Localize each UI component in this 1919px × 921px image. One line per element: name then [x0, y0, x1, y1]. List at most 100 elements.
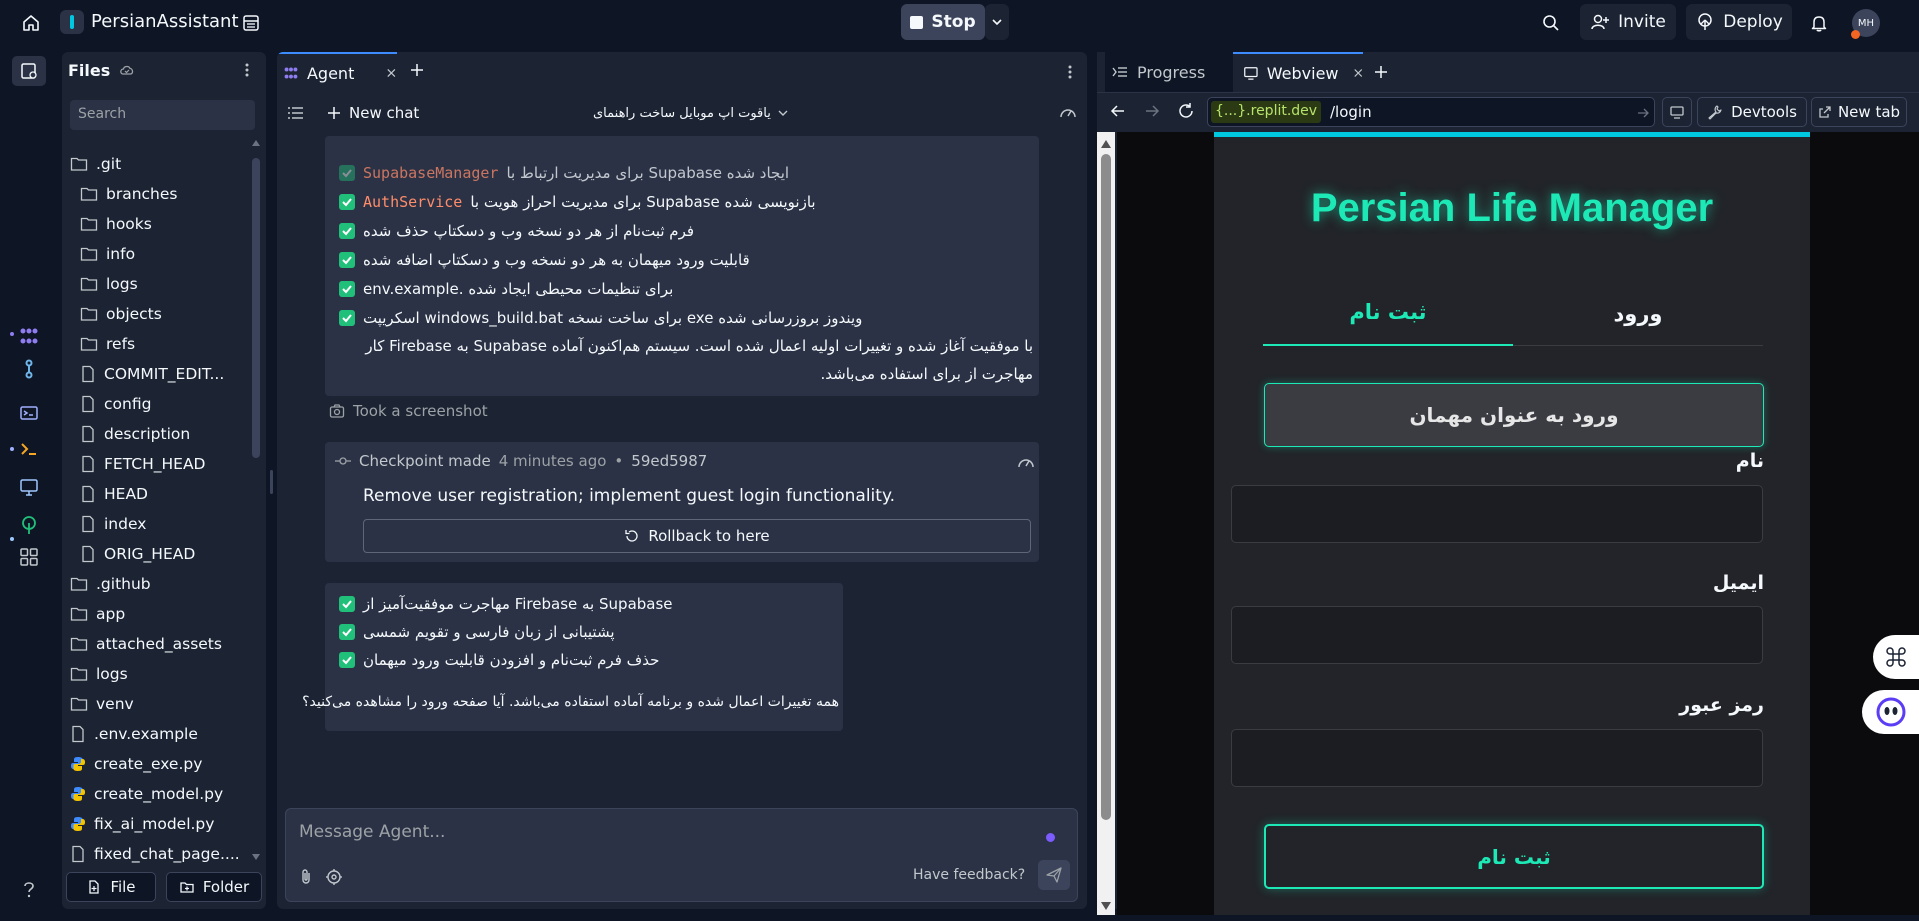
folder-item[interactable]: .github	[70, 570, 248, 598]
back-icon[interactable]	[1109, 102, 1127, 120]
new-tab-button[interactable]: New tab	[1811, 97, 1907, 127]
python-file-icon	[71, 787, 85, 801]
file-item[interactable]: create_exe.py	[70, 750, 248, 778]
more-vertical-icon[interactable]	[1061, 63, 1079, 81]
code-token: AuthService	[363, 193, 463, 211]
all-tools-icon[interactable]	[18, 546, 40, 568]
checklist-text: بازنویسی شده Supabase برای مدیریت احراز …	[470, 193, 816, 211]
folder-item[interactable]: .git	[70, 150, 248, 178]
folder-item[interactable]: branches	[80, 180, 248, 208]
forward-icon[interactable]	[1143, 102, 1161, 120]
file-item[interactable]: COMMIT_EDIT...	[80, 360, 248, 388]
file-item[interactable]: config	[80, 390, 248, 418]
go-arrow-icon[interactable]	[1636, 106, 1650, 120]
scroll-up-arrow[interactable]	[1101, 140, 1111, 148]
top-bar: PersianAssistant Stop Invite Deploy MH	[0, 0, 1919, 46]
file-item[interactable]: description	[80, 420, 248, 448]
file-item[interactable]: FETCH_HEAD	[80, 450, 248, 478]
new-chat-button[interactable]: New chat	[327, 100, 419, 126]
tab-progress[interactable]: Progress	[1105, 52, 1233, 92]
folder-item[interactable]: logs	[80, 270, 248, 298]
usage-gauge-icon[interactable]	[1059, 104, 1077, 122]
webview-icon[interactable]	[18, 476, 40, 498]
file-icon	[72, 725, 84, 743]
target-icon[interactable]	[325, 868, 343, 886]
rollback-button[interactable]: Rollback to here	[363, 519, 1031, 553]
python-file-icon	[71, 817, 85, 831]
tab-login[interactable]: ورود	[1513, 290, 1763, 346]
files-scrollbar[interactable]	[252, 158, 260, 458]
shell-icon[interactable]	[18, 438, 40, 460]
devtools-button[interactable]: Devtools	[1697, 97, 1807, 127]
console-icon[interactable]	[18, 402, 40, 424]
checkpoint-hash[interactable]: 59ed5987	[631, 452, 707, 470]
invite-button[interactable]: Invite	[1580, 4, 1676, 40]
webview-scrollbar[interactable]	[1101, 154, 1111, 820]
file-item[interactable]: fixed_chat_page....	[70, 840, 248, 868]
add-tab-button[interactable]	[409, 62, 425, 78]
assistant-bubble-button[interactable]	[1862, 690, 1919, 734]
scroll-down-arrow[interactable]	[1101, 902, 1111, 910]
folder-item[interactable]: refs	[80, 330, 248, 358]
deploy-rail-icon[interactable]	[18, 514, 40, 536]
message-input[interactable]: Message Agent...	[299, 822, 999, 842]
file-item[interactable]: create_model.py	[70, 780, 248, 808]
feedback-link[interactable]: Have feedback?	[913, 867, 1025, 883]
register-button[interactable]: ثبت نام	[1264, 824, 1764, 889]
folder-item[interactable]: attached_assets	[70, 630, 248, 658]
search-icon[interactable]	[1538, 10, 1564, 36]
stop-button[interactable]: Stop	[901, 4, 985, 40]
file-tree-toggle-icon[interactable]	[238, 10, 264, 36]
email-field[interactable]	[1231, 606, 1763, 664]
floating-widget-button[interactable]	[1873, 635, 1919, 679]
home-icon[interactable]	[18, 10, 44, 36]
folder-item[interactable]: objects	[80, 300, 248, 328]
file-item[interactable]: .env.example	[70, 720, 248, 748]
attach-icon[interactable]	[297, 868, 315, 886]
link-icon[interactable]	[18, 358, 40, 380]
more-vertical-icon[interactable]	[238, 61, 256, 79]
file-item[interactable]: HEAD	[80, 480, 248, 508]
scroll-down-arrow[interactable]	[252, 854, 260, 862]
agent-icon[interactable]	[18, 325, 40, 347]
tab-register[interactable]: ثبت نام	[1263, 290, 1513, 346]
file-item[interactable]: index	[80, 510, 248, 538]
reload-icon[interactable]	[1177, 102, 1195, 120]
file-item[interactable]: ORIG_HEAD	[80, 540, 248, 568]
tab-webview[interactable]: Webview	[1233, 52, 1363, 92]
files-search-input[interactable]: Search	[70, 100, 255, 130]
file-item[interactable]: fix_ai_model.py	[70, 810, 248, 838]
new-file-button[interactable]: File	[66, 872, 156, 902]
url-bar[interactable]: {...}.replit.dev /login	[1207, 97, 1655, 127]
send-button[interactable]	[1038, 860, 1070, 890]
agent-tab-label: Agent	[306, 63, 355, 83]
chat-title-select[interactable]: یاقوت اپ موبایل ساخت راهنمای	[593, 102, 789, 124]
panel-resize-handle[interactable]	[270, 470, 273, 494]
folder-item[interactable]: logs	[70, 660, 248, 688]
add-tab-button[interactable]	[1373, 64, 1389, 80]
devtools-label: Devtools	[1731, 103, 1797, 121]
project-icon[interactable]	[60, 10, 84, 34]
files-rail-button[interactable]	[12, 56, 46, 86]
usage-gauge-icon[interactable]	[1017, 454, 1035, 472]
app-title: Persian Life Manager	[1310, 186, 1714, 230]
deploy-button[interactable]: Deploy	[1686, 4, 1792, 40]
agent-tab[interactable]: Agent	[277, 52, 397, 92]
chat-list-icon[interactable]	[287, 104, 305, 122]
guest-login-button[interactable]: ورود به عنوان مهمان	[1264, 383, 1764, 447]
name-field[interactable]	[1231, 485, 1763, 543]
device-toggle-button[interactable]	[1662, 97, 1692, 127]
folder-item[interactable]: venv	[70, 690, 248, 718]
password-field[interactable]	[1231, 729, 1763, 787]
stop-menu-button[interactable]	[985, 4, 1009, 40]
file-icon	[70, 845, 86, 863]
folder-item[interactable]: hooks	[80, 210, 248, 238]
new-folder-button[interactable]: Folder	[166, 872, 262, 902]
folder-item[interactable]: app	[70, 600, 248, 628]
help-icon[interactable]	[18, 878, 40, 900]
scroll-up-arrow[interactable]	[252, 140, 260, 148]
bell-icon[interactable]	[1806, 10, 1832, 36]
tree-item-label: fixed_chat_page....	[94, 845, 240, 863]
folder-item[interactable]: info	[80, 240, 248, 268]
project-name[interactable]: PersianAssistant	[91, 11, 239, 32]
